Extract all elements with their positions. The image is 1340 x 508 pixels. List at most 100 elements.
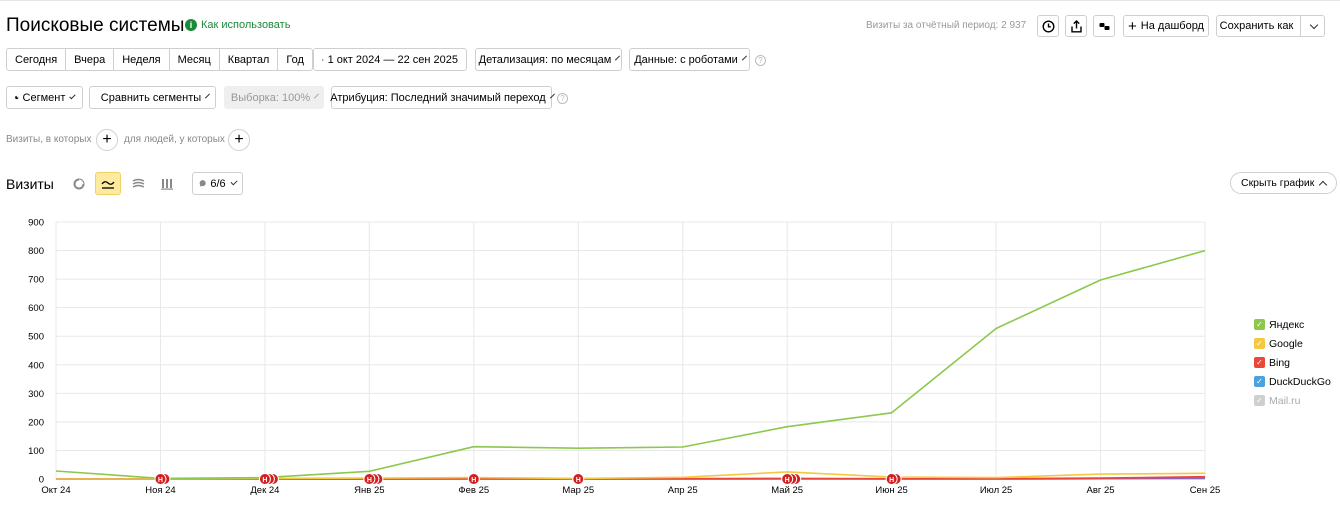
legend-item-bing[interactable]: ✓ Bing <box>1254 353 1331 372</box>
period-today[interactable]: Сегодня <box>7 49 67 70</box>
legend-item-yandex[interactable]: ✓ Яндекс <box>1254 315 1331 334</box>
chevron-down-icon <box>615 55 621 61</box>
chevron-down-icon <box>69 92 76 100</box>
y-tick-label: 300 <box>28 389 44 400</box>
annotations-dropdown[interactable]: 6/6 <box>192 172 243 195</box>
checkbox-icon: ✓ <box>1254 376 1265 387</box>
area-chart-icon <box>132 178 144 188</box>
period-selector: Сегодня Вчера Неделя Месяц Квартал Год <box>6 48 313 71</box>
pie-icon <box>15 95 19 100</box>
bar-chart-type-button[interactable] <box>154 172 180 195</box>
x-tick-label: Мар 25 <box>562 485 594 496</box>
y-tick-label: 400 <box>28 360 44 371</box>
x-tick-label: Июн 25 <box>875 485 907 496</box>
compare-segments-dropdown[interactable]: Сравнить сегменты <box>89 86 216 109</box>
robots-dropdown[interactable]: Данные: с роботами <box>629 48 750 71</box>
chevron-down-icon <box>205 93 211 99</box>
x-tick-label: Апр 25 <box>668 485 698 496</box>
howto-label: Как использовать <box>201 19 291 31</box>
chart-legend: ✓ Яндекс ✓ Google ✓ Bing ✓ DuckDuckGo ✓ … <box>1254 315 1331 410</box>
chevron-down-icon <box>549 93 555 99</box>
legend-label: Bing <box>1269 356 1291 369</box>
comment-icon <box>199 180 206 187</box>
y-tick-label: 200 <box>28 417 44 428</box>
legend-item-duckduckgo[interactable]: ✓ DuckDuckGo <box>1254 372 1331 391</box>
chart-title: Визиты <box>6 176 54 192</box>
hide-chart-button[interactable]: Скрыть график <box>1230 172 1338 194</box>
x-tick-label: Сен 25 <box>1190 485 1221 496</box>
hide-chart-label: Скрыть график <box>1241 177 1315 189</box>
people-where-label: для людей, у которых <box>124 134 225 145</box>
y-tick-label: 700 <box>28 275 44 286</box>
howto-link[interactable]: i Как использовать <box>185 19 290 31</box>
link-icon <box>1099 22 1109 30</box>
sample-dropdown: Выборка: 100% <box>224 86 324 109</box>
chevron-down-icon <box>314 93 320 99</box>
pie-chart-type-button[interactable] <box>66 172 92 195</box>
visits-where-label: Визиты, в которых <box>6 134 92 145</box>
x-tick-label: Июл 25 <box>980 485 1013 496</box>
period-month[interactable]: Месяц <box>170 49 220 70</box>
help-icon[interactable]: ? <box>755 55 766 66</box>
y-tick-label: 100 <box>28 446 44 457</box>
y-tick-label: 600 <box>28 303 44 314</box>
x-tick-label: Фев 25 <box>458 485 489 496</box>
date-range-label: 1 окт 2024 — 22 сен 2025 <box>327 53 458 66</box>
x-tick-label: Дек 24 <box>250 485 279 496</box>
save-as-dropdown[interactable] <box>1300 16 1324 36</box>
share-icon <box>1070 19 1082 32</box>
segment-label: Сегмент <box>22 91 66 104</box>
visits-line-chart: 0 100 200 300 400 500 600 700 800 900 Окт 24 Ноя 24… <box>28 218 1221 497</box>
x-tick-label: Май 25 <box>771 485 803 496</box>
annotation-label: Н <box>158 477 163 484</box>
line-chart-icon <box>101 180 115 189</box>
period-quarter[interactable]: Квартал <box>220 49 279 70</box>
add-visit-filter-button[interactable]: + <box>96 129 118 151</box>
checkbox-icon: ✓ <box>1254 319 1265 330</box>
period-year[interactable]: Год <box>278 49 312 70</box>
bar-chart-icon <box>161 178 173 190</box>
x-tick-label: Янв 25 <box>354 485 384 496</box>
detail-label: Детализация: по месяцам <box>478 53 612 66</box>
period-week[interactable]: Неделя <box>114 49 170 70</box>
area-chart-type-button[interactable] <box>125 172 151 195</box>
history-button[interactable] <box>1037 15 1059 37</box>
period-yesterday[interactable]: Вчера <box>66 49 115 70</box>
calendar-icon <box>322 58 324 61</box>
add-dashboard-label: На дашборд <box>1140 20 1204 32</box>
add-to-dashboard-button[interactable]: + На дашборд <box>1123 15 1209 37</box>
visits-period-text: Визиты за отчётный период: 2 937 <box>866 20 1027 31</box>
annotation-label: Н <box>471 477 476 484</box>
chevron-down-icon <box>741 55 747 61</box>
attribution-label: Атрибуция: Последний значимый переход <box>330 91 546 104</box>
sample-label: Выборка: 100% <box>230 91 311 104</box>
help-icon[interactable]: ? <box>557 93 568 104</box>
legend-label: Google <box>1269 337 1303 350</box>
legend-item-google[interactable]: ✓ Google <box>1254 334 1331 353</box>
robots-label: Данные: с роботами <box>634 53 738 66</box>
page-title: Поисковые системы <box>6 15 185 36</box>
annotation-label: Н <box>367 477 372 484</box>
clock-icon <box>1041 19 1055 33</box>
save-as-label: Сохранить как <box>1219 20 1294 32</box>
attribution-dropdown[interactable]: Атрибуция: Последний значимый переход <box>330 86 555 109</box>
save-as-button[interactable]: Сохранить как <box>1216 15 1325 37</box>
date-range-button[interactable]: 1 окт 2024 — 22 сен 2025 <box>313 48 467 71</box>
plus-icon: + <box>102 131 112 148</box>
export-button[interactable] <box>1065 15 1087 37</box>
legend-item-mailru[interactable]: ✓ Mail.ru <box>1254 391 1331 410</box>
legend-label: Mail.ru <box>1269 394 1301 407</box>
link-button[interactable] <box>1093 15 1115 37</box>
detail-dropdown[interactable]: Детализация: по месяцам <box>475 48 622 71</box>
add-people-filter-button[interactable]: + <box>228 129 250 151</box>
chevron-down-icon <box>230 178 238 186</box>
x-tick-label: Ноя 24 <box>145 485 176 496</box>
legend-label: Яндекс <box>1269 318 1305 331</box>
annotation-label: Н <box>889 477 894 484</box>
y-tick-label: 800 <box>28 246 44 257</box>
legend-label: DuckDuckGo <box>1269 375 1331 388</box>
segment-dropdown[interactable]: Сегмент <box>6 86 83 109</box>
compare-label: Сравнить сегменты <box>100 91 202 104</box>
chevron-up-icon <box>1319 180 1328 189</box>
line-chart-type-button[interactable] <box>95 172 121 195</box>
